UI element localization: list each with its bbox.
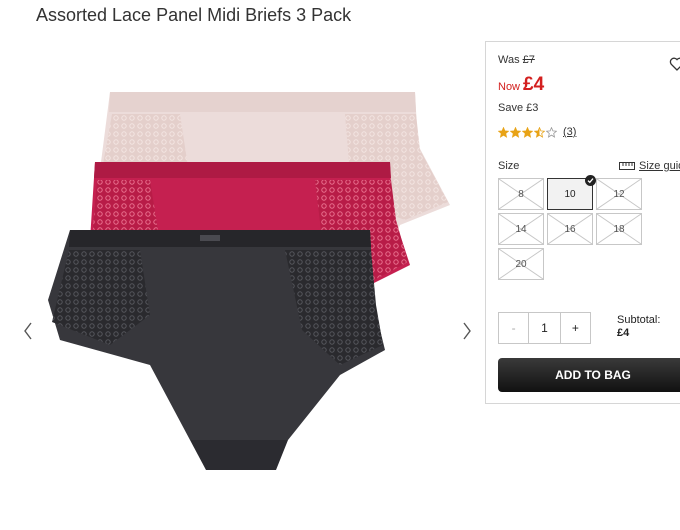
size-option-label: 18 — [613, 223, 625, 235]
rating-stars: (3) — [498, 126, 576, 138]
star-icon — [522, 126, 533, 138]
size-option[interactable]: 14 — [498, 213, 544, 245]
quantity-stepper: - 1 + — [498, 312, 591, 344]
size-option[interactable]: 8 — [498, 178, 544, 210]
was-label: Was — [498, 54, 520, 66]
gallery-next-button[interactable] — [459, 322, 475, 340]
quantity-increase-button[interactable]: + — [559, 313, 590, 343]
star-rating — [498, 126, 557, 138]
size-option-label: 14 — [515, 223, 527, 235]
size-option[interactable]: 18 — [596, 213, 642, 245]
size-option-label: 12 — [613, 188, 625, 200]
product-image[interactable] — [40, 90, 460, 510]
heart-icon — [669, 57, 680, 71]
star-icon — [534, 126, 545, 138]
was-price-value: £7 — [522, 54, 535, 66]
subtotal: Subtotal: £4 — [617, 314, 660, 340]
size-option-label: 16 — [564, 223, 576, 235]
review-count-link[interactable]: (3) — [563, 126, 576, 138]
size-option-label: 20 — [515, 258, 527, 270]
chevron-right-icon — [463, 322, 471, 340]
was-price: Was £7 — [498, 54, 535, 66]
wishlist-button[interactable] — [669, 56, 680, 72]
star-icon — [510, 126, 521, 138]
now-price: Now £4 — [498, 74, 544, 96]
size-option[interactable]: 16 — [547, 213, 593, 245]
star-icon — [498, 126, 509, 138]
add-to-bag-button[interactable]: ADD TO BAG — [498, 358, 680, 392]
now-label: Now — [498, 81, 521, 93]
now-price-value: £4 — [523, 74, 545, 95]
ruler-icon — [619, 162, 635, 170]
size-option-label: 10 — [564, 188, 576, 200]
check-icon — [585, 175, 596, 186]
quantity-value[interactable]: 1 — [529, 313, 559, 343]
size-option[interactable]: 20 — [498, 248, 544, 280]
subtotal-label: Subtotal: — [617, 314, 661, 326]
size-guide-link[interactable]: Size guide — [619, 160, 680, 172]
product-title: Assorted Lace Panel Midi Briefs 3 Pack — [36, 5, 352, 25]
size-option-label: 8 — [518, 188, 524, 200]
size-guide-label: Size guide — [639, 160, 680, 172]
size-label: Size — [498, 160, 520, 172]
size-option[interactable]: 10 — [547, 175, 596, 210]
subtotal-amount: £4 — [617, 327, 630, 339]
size-options: 8 10 12 14 16 18 20 — [498, 175, 648, 280]
chevron-left-icon — [24, 322, 32, 340]
size-option[interactable]: 12 — [596, 178, 642, 210]
star-icon — [546, 126, 557, 138]
quantity-decrease-button[interactable]: - — [499, 313, 530, 343]
purchase-panel: Was£7 Now£4 Save £3 (3) Size Size guide … — [485, 41, 680, 404]
gallery-prev-button[interactable] — [20, 322, 36, 340]
save-amount: Save £3 — [498, 102, 539, 114]
